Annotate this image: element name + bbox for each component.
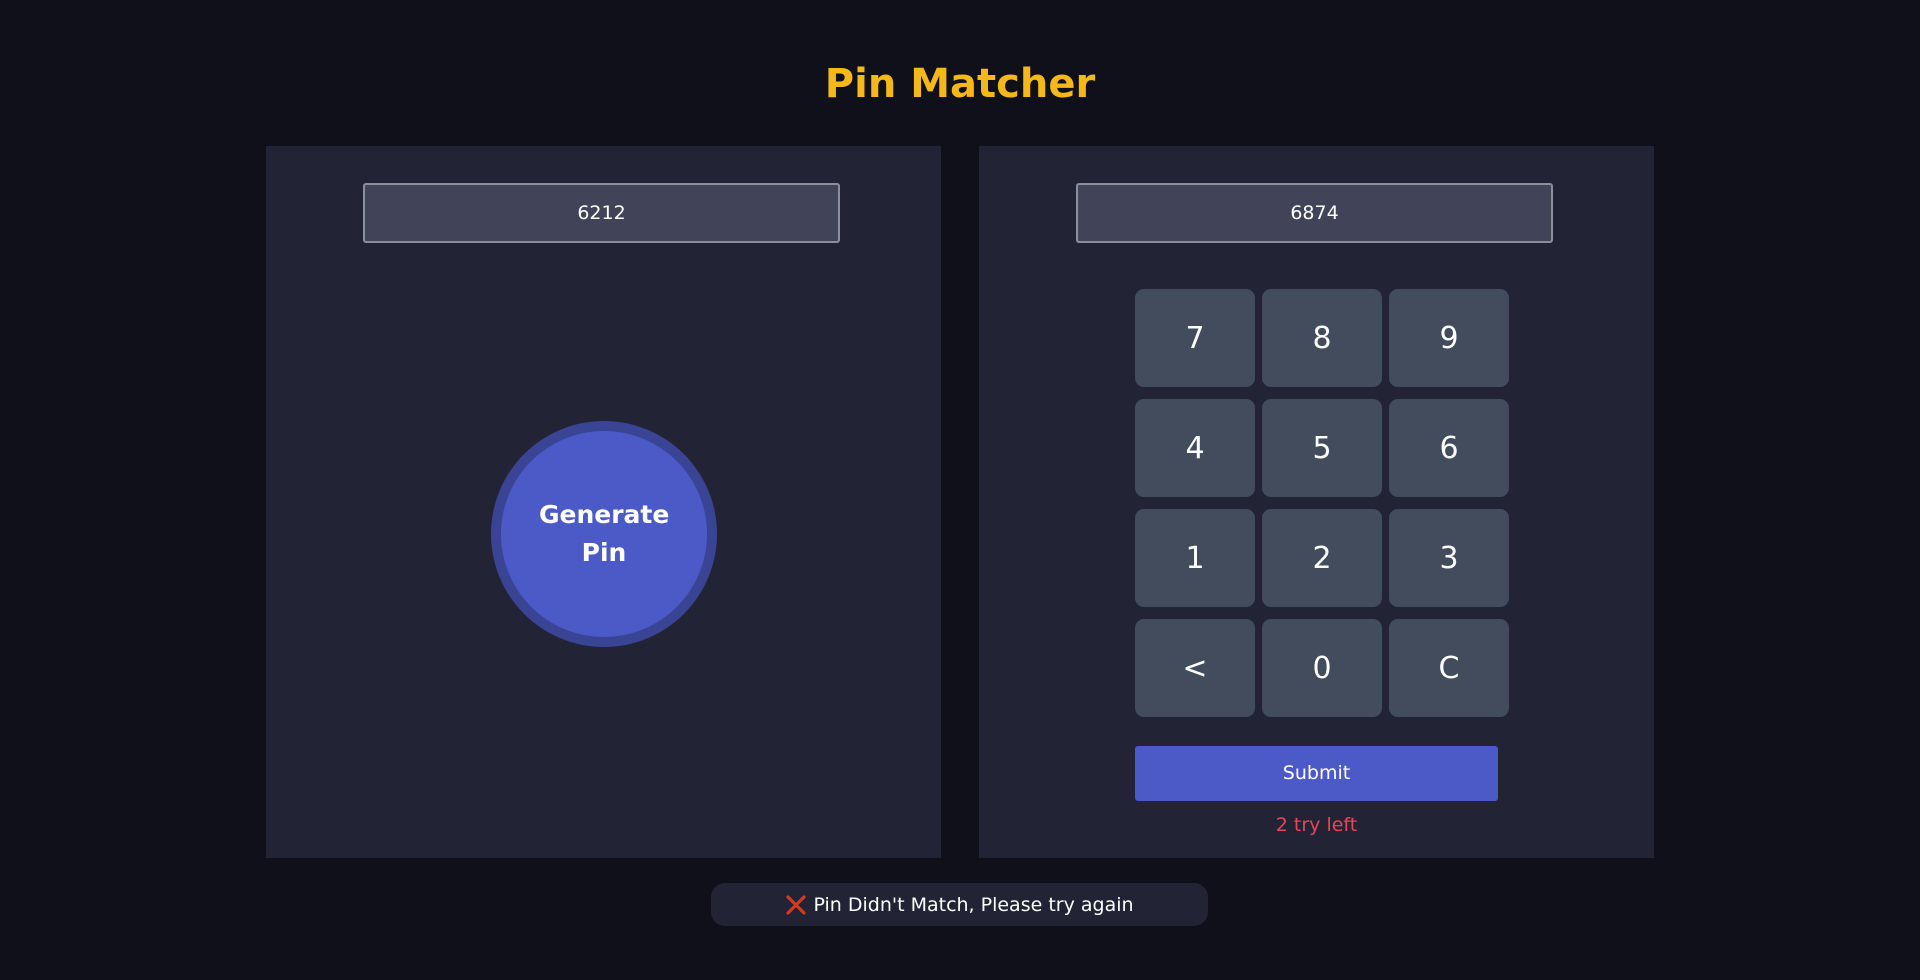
- key-5[interactable]: 5: [1262, 399, 1382, 497]
- key-8[interactable]: 8: [1262, 289, 1382, 387]
- key-7[interactable]: 7: [1135, 289, 1255, 387]
- match-panel: 6874 7 8 9 4 5 6 1 2 3 < 0 C Submit 2 tr…: [979, 146, 1654, 858]
- typed-pin-field[interactable]: 6874: [1076, 183, 1553, 243]
- generate-pin-label: Generate Pin: [539, 500, 670, 567]
- key-2[interactable]: 2: [1262, 509, 1382, 607]
- key-6[interactable]: 6: [1389, 399, 1509, 497]
- key-3[interactable]: 3: [1389, 509, 1509, 607]
- notification-toast: Pin Didn't Match, Please try again: [711, 883, 1208, 926]
- page-title: Pin Matcher: [824, 61, 1096, 107]
- key-clear[interactable]: C: [1389, 619, 1509, 717]
- key-0[interactable]: 0: [1262, 619, 1382, 717]
- key-backspace[interactable]: <: [1135, 619, 1255, 717]
- key-9[interactable]: 9: [1389, 289, 1509, 387]
- tries-left-text: 2 try left: [1275, 814, 1358, 836]
- generate-button-ring: Generate Pin: [491, 421, 717, 647]
- generate-panel: 6212 Generate Pin: [266, 146, 941, 858]
- key-4[interactable]: 4: [1135, 399, 1255, 497]
- generate-pin-button[interactable]: Generate Pin: [501, 431, 707, 637]
- page: Pin Matcher 6212 Generate Pin 6874 7 8 9…: [0, 0, 1920, 980]
- key-1[interactable]: 1: [1135, 509, 1255, 607]
- keypad: 7 8 9 4 5 6 1 2 3 < 0 C: [1135, 289, 1511, 717]
- submit-button[interactable]: Submit: [1135, 746, 1498, 801]
- generated-pin-field[interactable]: 6212: [363, 183, 840, 243]
- notification-message: Pin Didn't Match, Please try again: [813, 893, 1134, 916]
- cross-icon: [786, 895, 806, 914]
